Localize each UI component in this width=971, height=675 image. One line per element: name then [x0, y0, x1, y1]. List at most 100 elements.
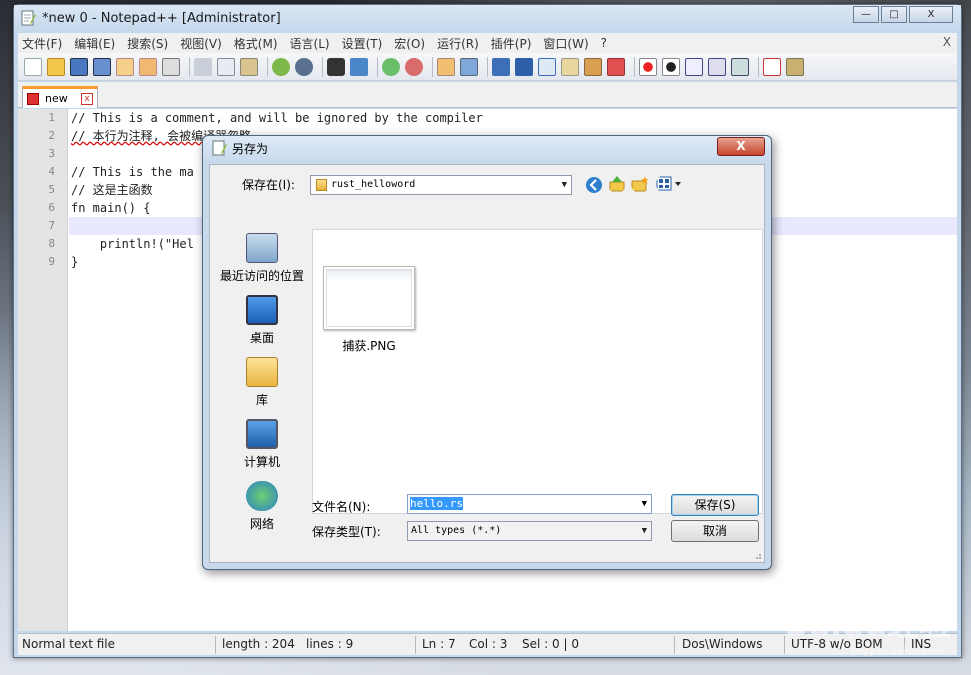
close-document-icon[interactable]: X — [943, 35, 951, 49]
place-network[interactable]: 网络 — [216, 481, 308, 532]
notepad-icon — [212, 140, 227, 156]
menu-view[interactable]: 视图(V) — [180, 35, 222, 52]
undo-icon[interactable] — [272, 57, 290, 76]
place-label: 最近访问的位置 — [219, 269, 304, 283]
status-sel: Sel : 0 | 0 — [522, 637, 579, 651]
recent-places-icon — [246, 233, 278, 263]
line-number: 8 — [48, 237, 55, 250]
spell-check-icon[interactable] — [763, 57, 781, 76]
open-file-icon[interactable] — [47, 57, 65, 76]
close-all-icon[interactable] — [139, 57, 157, 76]
close-file-icon[interactable] — [116, 57, 134, 76]
save-all-icon[interactable] — [93, 57, 111, 76]
folder-workspace-icon[interactable] — [607, 57, 625, 76]
stop-macro-icon[interactable] — [662, 57, 680, 76]
menu-language[interactable]: 语言(L) — [290, 35, 330, 52]
indent-guide-icon[interactable] — [538, 57, 556, 76]
status-eol: Dos\Windows — [682, 637, 763, 651]
menu-run[interactable]: 运行(R) — [437, 35, 479, 52]
place-recent[interactable]: 最近访问的位置 — [216, 233, 308, 284]
play-macro-icon[interactable] — [685, 57, 703, 76]
plugin-icon[interactable] — [786, 57, 804, 76]
tab-close-icon[interactable]: x — [81, 92, 93, 105]
save-macro-icon[interactable] — [731, 57, 749, 76]
replace-icon[interactable] — [350, 57, 368, 76]
menu-plugins[interactable]: 插件(P) — [491, 35, 532, 52]
menu-settings[interactable]: 设置(T) — [342, 35, 383, 52]
print-icon[interactable] — [162, 57, 180, 76]
status-length: length : 204 — [222, 637, 295, 651]
filetype-dropdown[interactable]: All types (*.*) ▼ — [407, 521, 652, 541]
place-label: 库 — [255, 393, 268, 407]
status-divider — [674, 636, 675, 654]
place-label: 网络 — [249, 517, 274, 531]
toolbar-separator — [634, 56, 635, 77]
line-number: 2 — [48, 129, 55, 142]
menu-window[interactable]: 窗口(W) — [543, 35, 588, 52]
save-in-dropdown[interactable]: rust_helloword ▼ — [310, 175, 572, 195]
dialog-title-bar[interactable]: 另存为 — [203, 136, 771, 160]
menu-search[interactable]: 搜索(S) — [127, 35, 168, 52]
dialog-title: 另存为 — [232, 141, 269, 156]
line-number: 3 — [48, 147, 55, 160]
line-number-gutter: 1 2 3 4 5 6 7 8 9 — [18, 109, 68, 631]
close-button[interactable]: X — [909, 6, 953, 23]
resize-grip-icon[interactable] — [752, 550, 762, 560]
new-file-icon[interactable] — [24, 57, 42, 76]
place-label: 计算机 — [243, 455, 280, 469]
notepad-icon — [21, 10, 36, 26]
title-bar[interactable]: *new 0 - Notepad++ [Administrator] — □ X — [14, 5, 961, 31]
file-list[interactable]: 捕获.PNG — [312, 229, 763, 514]
save-as-dialog: 另存为 X 保存在(I): rust_helloword ▼ 最近访问的位置 桌… — [202, 135, 772, 570]
window-title: *new 0 - Notepad++ [Administrator] — [42, 10, 281, 26]
menu-help[interactable]: ? — [601, 36, 607, 50]
minimize-button[interactable]: — — [853, 6, 879, 23]
sync-horizontal-icon[interactable] — [460, 57, 478, 76]
menu-file[interactable]: 文件(F) — [22, 35, 62, 52]
menu-format[interactable]: 格式(M) — [234, 35, 278, 52]
cancel-button[interactable]: 取消 — [671, 520, 759, 542]
menu-macro[interactable]: 宏(O) — [394, 35, 425, 52]
file-name-label: 捕获.PNG — [342, 339, 396, 353]
zoom-in-icon[interactable] — [382, 57, 400, 76]
watermark: Baidu经验 — [784, 605, 951, 643]
redo-icon[interactable] — [295, 57, 313, 76]
show-all-chars-icon[interactable] — [515, 57, 533, 76]
find-icon[interactable] — [327, 57, 345, 76]
save-button[interactable]: 保存(S) — [671, 494, 759, 516]
toolbar-separator — [189, 56, 190, 77]
place-libraries[interactable]: 库 — [216, 357, 308, 408]
word-wrap-icon[interactable] — [492, 57, 510, 76]
toolbar-separator — [377, 56, 378, 77]
filename-input[interactable]: hello.rs ▼ — [407, 494, 652, 514]
menu-bar: 文件(F) 编辑(E) 搜索(S) 视图(V) 格式(M) 语言(L) 设置(T… — [18, 33, 957, 53]
record-macro-icon[interactable] — [639, 57, 657, 76]
maximize-button[interactable]: □ — [881, 6, 907, 23]
paste-icon[interactable] — [240, 57, 258, 76]
run-macro-multiple-icon[interactable] — [708, 57, 726, 76]
file-thumbnail[interactable] — [323, 266, 415, 330]
cut-icon[interactable] — [194, 57, 212, 76]
zoom-out-icon[interactable] — [405, 57, 423, 76]
function-list-icon[interactable] — [584, 57, 602, 76]
line-number: 5 — [48, 183, 55, 196]
toolbar-separator — [432, 56, 433, 77]
new-folder-icon[interactable] — [631, 175, 649, 193]
place-desktop[interactable]: 桌面 — [216, 295, 308, 346]
copy-icon[interactable] — [217, 57, 235, 76]
place-computer[interactable]: 计算机 — [216, 419, 308, 470]
chevron-down-icon[interactable]: ▼ — [642, 495, 647, 513]
sync-vertical-icon[interactable] — [437, 57, 455, 76]
menu-edit[interactable]: 编辑(E) — [74, 35, 115, 52]
up-folder-icon[interactable] — [608, 175, 626, 193]
views-menu-icon[interactable] — [656, 175, 684, 193]
doc-map-icon[interactable] — [561, 57, 579, 76]
desktop-icon — [246, 295, 278, 325]
back-arrow-icon[interactable] — [585, 176, 603, 194]
dialog-close-button[interactable]: X — [717, 137, 765, 156]
tab-label: new — [45, 92, 68, 105]
unsaved-icon — [27, 92, 39, 105]
tab-new[interactable]: new x — [22, 86, 98, 108]
status-divider — [215, 636, 216, 654]
save-icon[interactable] — [70, 57, 88, 76]
